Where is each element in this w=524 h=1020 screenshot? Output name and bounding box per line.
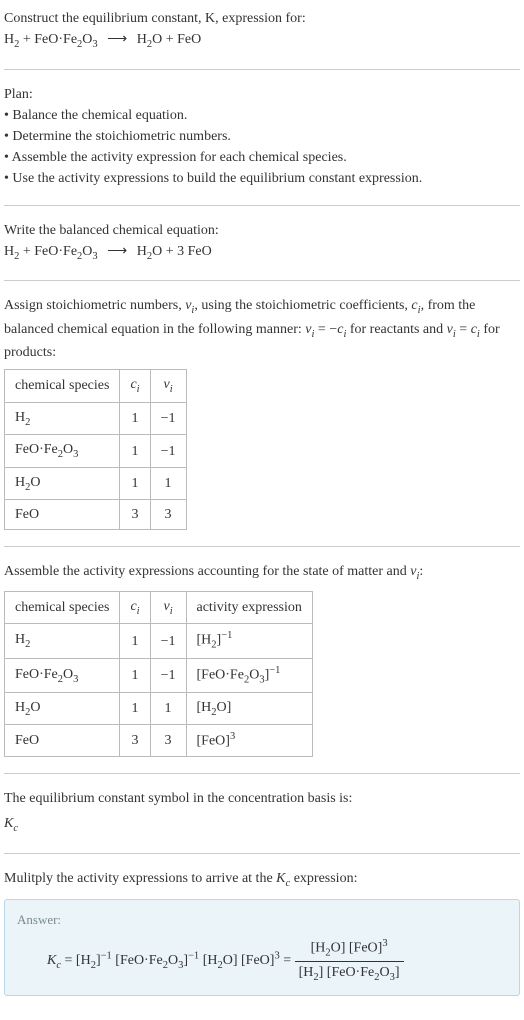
table-header: chemical species <box>5 370 120 403</box>
table-cell: 1 <box>120 435 150 468</box>
answer-box: Answer: Kc = [H2]−1 [FeO·Fe2O3]−1 [H2O] … <box>4 899 520 996</box>
balanced-heading: Write the balanced chemical equation: <box>4 220 520 241</box>
table-cell: 1 <box>120 692 150 725</box>
table-cell: 1 <box>120 658 150 692</box>
table-header: chemical species <box>5 591 120 624</box>
symbol-section: The equilibrium constant symbol in the c… <box>4 788 520 837</box>
table-cell: −1 <box>150 624 186 658</box>
table-header-row: chemical species ci νi <box>5 370 187 403</box>
table-cell: FeO <box>5 725 120 757</box>
table-cell: [FeO·Fe2O3]−1 <box>186 658 312 692</box>
divider <box>4 546 520 547</box>
table-cell: [H2]−1 <box>186 624 312 658</box>
intro-equation: H2 + FeO·Fe2O3 ⟶ H2O + FeO <box>4 29 520 53</box>
table-cell: H2 <box>5 402 120 435</box>
divider <box>4 280 520 281</box>
fraction-denominator: [H2] [FeO·Fe2O3] <box>295 962 404 986</box>
divider <box>4 69 520 70</box>
table-header: ci <box>120 591 150 624</box>
fraction: [H2O] [FeO]3 [H2] [FeO·Fe2O3] <box>295 936 404 986</box>
plan-item: Assemble the activity expression for eac… <box>4 147 520 168</box>
table-header: νi <box>150 370 186 403</box>
table-cell: 1 <box>120 467 150 500</box>
table-cell: [FeO]3 <box>186 725 312 757</box>
plan-item: Determine the stoichiometric numbers. <box>4 126 520 147</box>
balanced-equation: H2 + FeO·Fe2O3 ⟶ H2O + 3 FeO <box>4 241 520 265</box>
stoich-section: Assign stoichiometric numbers, νi, using… <box>4 295 520 530</box>
table-cell: −1 <box>150 402 186 435</box>
table-cell: 1 <box>120 402 150 435</box>
answer-equation: Kc = [H2]−1 [FeO·Fe2O3]−1 [H2O] [FeO]3 =… <box>17 936 507 986</box>
multiply-section: Mulitply the activity expressions to arr… <box>4 868 520 997</box>
divider <box>4 853 520 854</box>
plan-item: Use the activity expressions to build th… <box>4 168 520 189</box>
multiply-heading: Mulitply the activity expressions to arr… <box>4 868 520 892</box>
table-header: ci <box>120 370 150 403</box>
divider <box>4 205 520 206</box>
table-header: νi <box>150 591 186 624</box>
plan-section: Plan: Balance the chemical equation. Det… <box>4 84 520 189</box>
table-row: FeO 3 3 [FeO]3 <box>5 725 313 757</box>
balanced-section: Write the balanced chemical equation: H2… <box>4 220 520 265</box>
fraction-numerator: [H2O] [FeO]3 <box>295 936 404 962</box>
table-cell: [H2O] <box>186 692 312 725</box>
table-row: FeO 3 3 <box>5 500 187 530</box>
table-row: H2O 1 1 <box>5 467 187 500</box>
table-header: activity expression <box>186 591 312 624</box>
stoich-heading: Assign stoichiometric numbers, νi, using… <box>4 295 520 363</box>
activity-heading: Assemble the activity expressions accoun… <box>4 561 520 585</box>
reaction-arrow-icon: ⟶ <box>107 29 127 50</box>
intro-line: Construct the equilibrium constant, K, e… <box>4 8 520 29</box>
answer-label: Answer: <box>17 910 507 930</box>
table-cell: 3 <box>150 725 186 757</box>
activity-section: Assemble the activity expressions accoun… <box>4 561 520 757</box>
table-cell: H2 <box>5 624 120 658</box>
divider <box>4 773 520 774</box>
table-row: FeO·Fe2O3 1 −1 [FeO·Fe2O3]−1 <box>5 658 313 692</box>
table-header-row: chemical species ci νi activity expressi… <box>5 591 313 624</box>
symbol-line: The equilibrium constant symbol in the c… <box>4 788 520 809</box>
plan-list: Balance the chemical equation. Determine… <box>4 105 520 189</box>
table-cell: H2O <box>5 467 120 500</box>
table-row: H2 1 −1 <box>5 402 187 435</box>
table-cell: 1 <box>150 467 186 500</box>
intro-section: Construct the equilibrium constant, K, e… <box>4 8 520 53</box>
kc-symbol: Kc <box>4 813 520 837</box>
table-row: H2 1 −1 [H2]−1 <box>5 624 313 658</box>
reaction-arrow-icon: ⟶ <box>107 241 127 262</box>
plan-heading: Plan: <box>4 84 520 105</box>
stoich-table: chemical species ci νi H2 1 −1 FeO·Fe2O3… <box>4 369 187 530</box>
table-cell: FeO·Fe2O3 <box>5 435 120 468</box>
activity-table: chemical species ci νi activity expressi… <box>4 591 313 757</box>
table-cell: −1 <box>150 435 186 468</box>
table-cell: 1 <box>120 624 150 658</box>
table-cell: FeO <box>5 500 120 530</box>
table-cell: H2O <box>5 692 120 725</box>
table-cell: −1 <box>150 658 186 692</box>
table-row: H2O 1 1 [H2O] <box>5 692 313 725</box>
table-cell: 3 <box>120 725 150 757</box>
table-row: FeO·Fe2O3 1 −1 <box>5 435 187 468</box>
table-cell: 3 <box>150 500 186 530</box>
table-cell: 1 <box>150 692 186 725</box>
table-cell: FeO·Fe2O3 <box>5 658 120 692</box>
table-cell: 3 <box>120 500 150 530</box>
plan-item: Balance the chemical equation. <box>4 105 520 126</box>
